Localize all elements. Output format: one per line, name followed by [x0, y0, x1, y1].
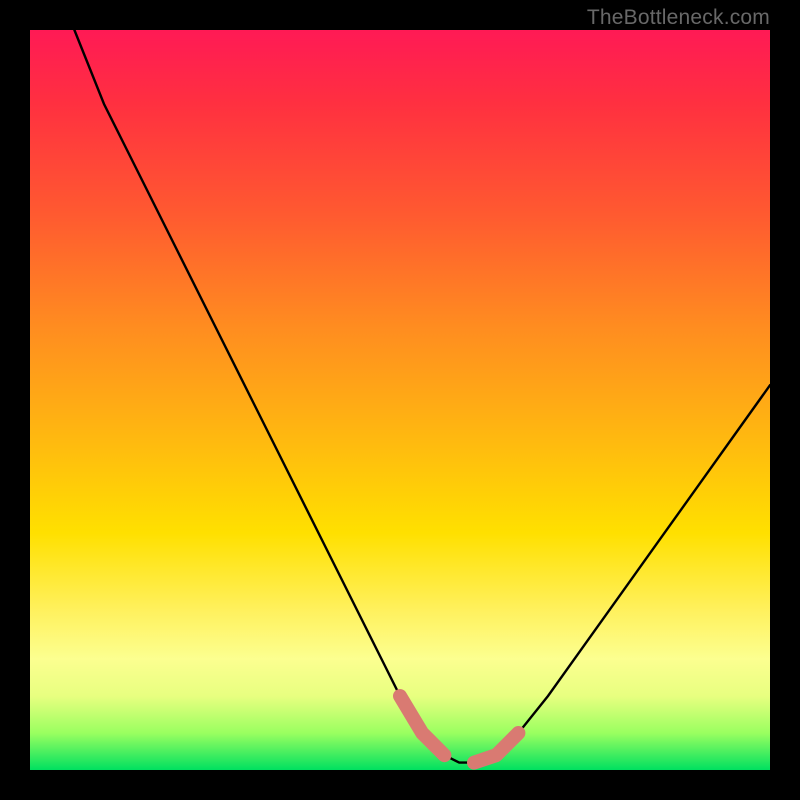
- highlight-left: [400, 696, 444, 755]
- bottleneck-curve: [74, 30, 770, 763]
- chart-canvas: TheBottleneck.com: [0, 0, 800, 800]
- curve-group: [74, 30, 770, 763]
- chart-svg: [0, 0, 800, 800]
- highlight-group: [400, 696, 518, 763]
- highlight-right: [474, 733, 518, 763]
